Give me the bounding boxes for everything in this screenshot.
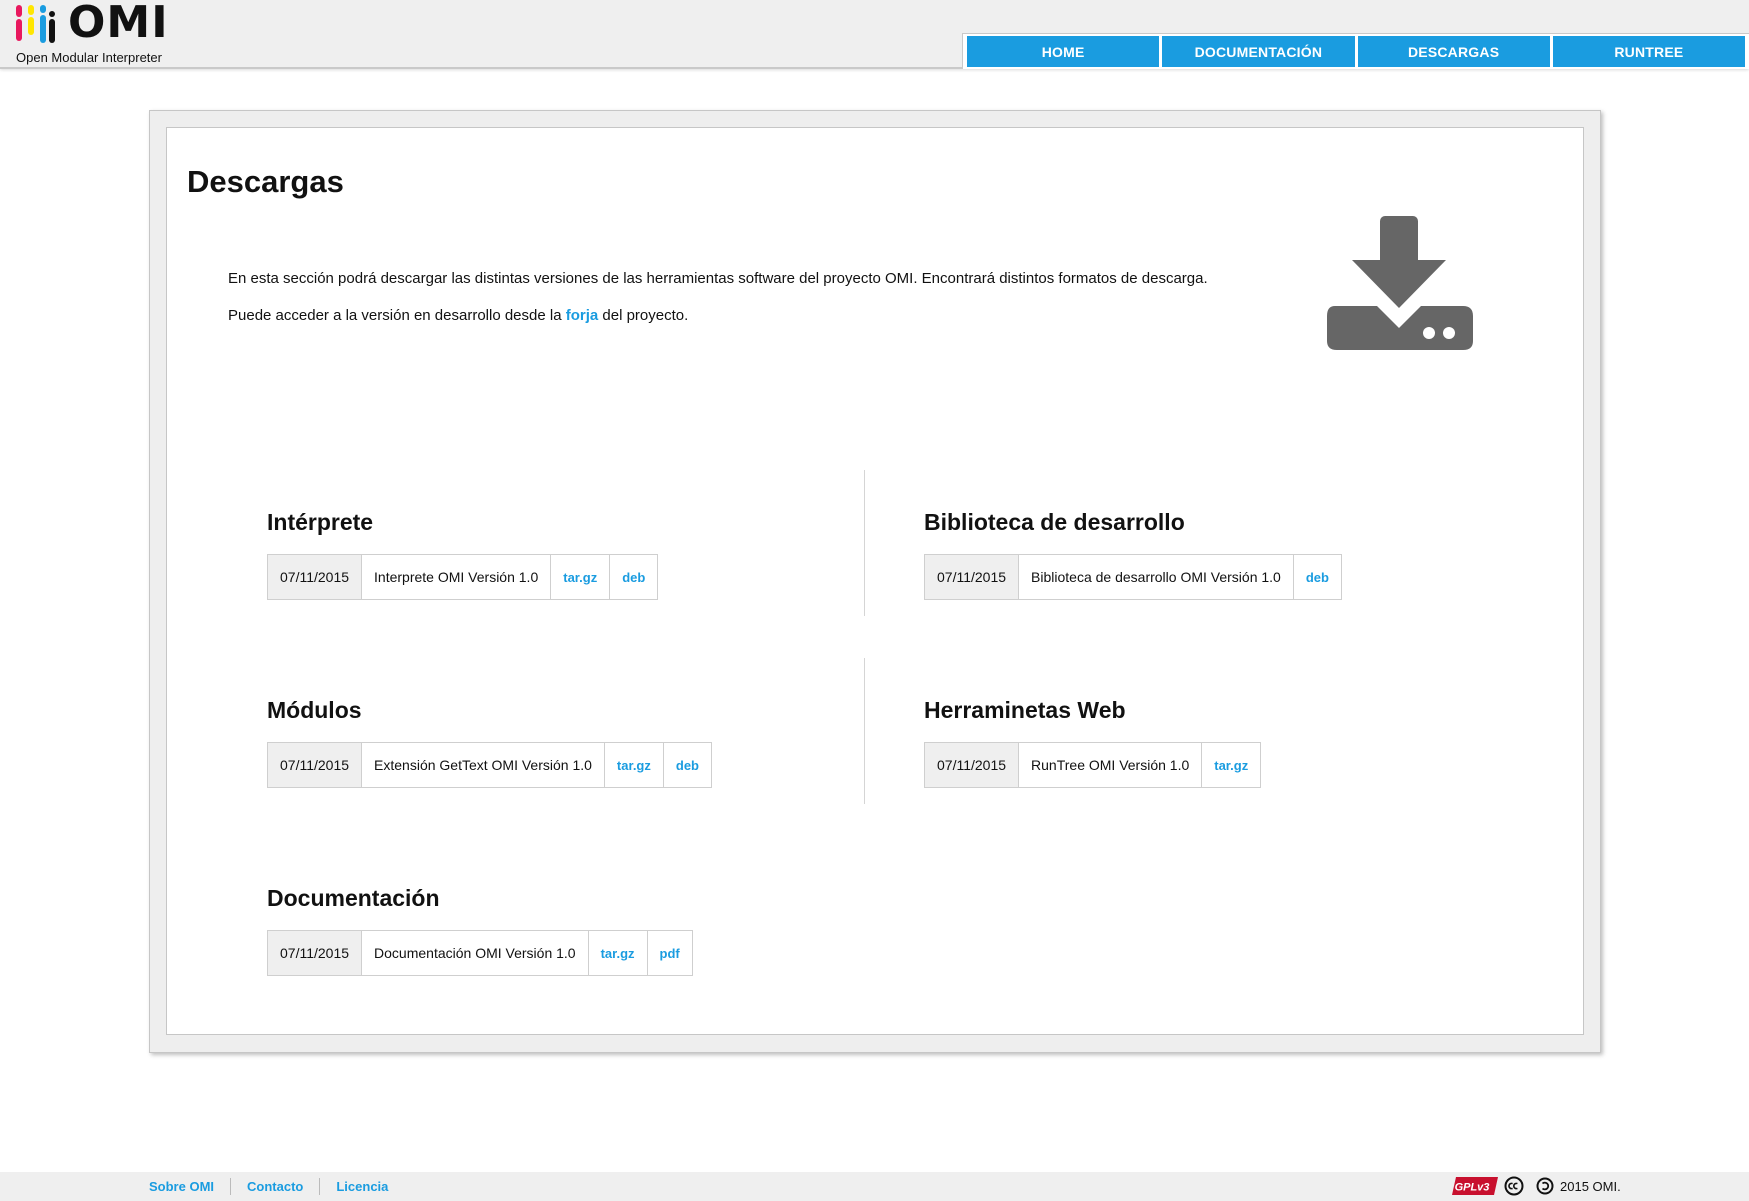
release-date: 07/11/2015 [925, 555, 1019, 599]
gpl-badge-icon[interactable]: GPLv3 [1452, 1176, 1498, 1196]
download-pdf-link[interactable]: pdf [646, 931, 692, 975]
release-name: Documentación OMI Versión 1.0 [361, 931, 588, 975]
section-herramientas-web: Herraminetas Web 07/11/2015 RunTree OMI … [924, 692, 1262, 788]
content-panel: Descargas En esta sección podrá descarga… [166, 127, 1584, 1035]
nav-descargas[interactable]: DESCARGAS [1357, 36, 1550, 67]
section-documentacion: Documentación 07/11/2015 Documentación O… [267, 880, 693, 976]
omi-logo-bars-icon [16, 5, 55, 43]
creative-commons-icon [1504, 1176, 1524, 1196]
download-row: 07/11/2015 Extensión GetText OMI Versión… [267, 742, 713, 788]
footer-link-contacto[interactable]: Contacto [230, 1178, 319, 1195]
footer-link-licencia[interactable]: Licencia [319, 1178, 404, 1195]
footer-links: Sobre OMI Contacto Licencia [149, 1178, 404, 1195]
intro-forge-paragraph: Puede acceder a la versión en desarrollo… [228, 307, 688, 324]
footer-license-area: GPLv3 2015 OMI. [1452, 1176, 1621, 1196]
release-name: Biblioteca de desarrollo OMI Versión 1.0 [1018, 555, 1293, 599]
intro-paragraph: En esta sección podrá descargar las dist… [228, 270, 1208, 287]
section-title: Documentación [267, 885, 440, 911]
gpl-badge-text: GPLv3 [1455, 1182, 1490, 1194]
brand-tagline: Open Modular Interpreter [16, 50, 162, 65]
section-biblioteca: Biblioteca de desarrollo 07/11/2015 Bibl… [924, 504, 1342, 600]
release-name: Extensión GetText OMI Versión 1.0 [361, 743, 604, 787]
intro-text-after: del proyecto. [598, 307, 689, 324]
main-nav: HOME DOCUMENTACIÓN DESCARGAS RUNTREE [962, 33, 1749, 69]
nav-documentacion[interactable]: DOCUMENTACIÓN [1162, 36, 1355, 67]
section-interprete: Intérprete 07/11/2015 Interprete OMI Ver… [267, 504, 659, 600]
section-modulos: Módulos 07/11/2015 Extensión GetText OMI… [267, 692, 713, 788]
column-divider [864, 470, 865, 616]
release-date: 07/11/2015 [925, 743, 1019, 787]
release-date: 07/11/2015 [268, 931, 362, 975]
download-targz-link[interactable]: tar.gz [587, 931, 647, 975]
content-frame: Descargas En esta sección podrá descarga… [149, 110, 1601, 1053]
download-row: 07/11/2015 Interprete OMI Versión 1.0 ta… [267, 554, 659, 600]
download-deb-link[interactable]: deb [662, 743, 711, 787]
nav-runtree[interactable]: RUNTREE [1552, 36, 1745, 67]
download-row: 07/11/2015 RunTree OMI Versión 1.0 tar.g… [924, 742, 1262, 788]
download-drive-icon [1327, 216, 1473, 350]
copyleft-icon [1536, 1177, 1554, 1195]
column-divider [864, 658, 865, 804]
download-targz-link[interactable]: tar.gz [550, 555, 609, 599]
nav-home[interactable]: HOME [967, 36, 1160, 67]
site-header: OMI Open Modular Interpreter HOME DOCUME… [0, 0, 1749, 69]
brand-name: OMI [68, 0, 169, 48]
release-date: 07/11/2015 [268, 743, 362, 787]
release-name: Interprete OMI Versión 1.0 [361, 555, 550, 599]
download-deb-link[interactable]: deb [609, 555, 657, 599]
copyright-text: 2015 OMI. [1560, 1178, 1621, 1194]
site-logo[interactable]: OMI Open Modular Interpreter [16, 1, 168, 67]
forja-link[interactable]: forja [566, 307, 599, 324]
download-row: 07/11/2015 Documentación OMI Versión 1.0… [267, 930, 693, 976]
section-title: Intérprete [267, 509, 374, 535]
site-footer: Sobre OMI Contacto Licencia GPLv3 2015 O… [0, 1172, 1749, 1201]
download-targz-link[interactable]: tar.gz [603, 743, 663, 787]
release-date: 07/11/2015 [268, 555, 362, 599]
intro-text-before: Puede acceder a la versión en desarrollo… [228, 307, 566, 324]
release-name: RunTree OMI Versión 1.0 [1018, 743, 1201, 787]
section-title: Biblioteca de desarrollo [924, 509, 1185, 535]
section-title: Herraminetas Web [924, 697, 1126, 723]
section-title: Módulos [267, 697, 362, 723]
download-row: 07/11/2015 Biblioteca de desarrollo OMI … [924, 554, 1342, 600]
footer-link-sobre-omi[interactable]: Sobre OMI [149, 1178, 230, 1195]
download-targz-link[interactable]: tar.gz [1201, 743, 1260, 787]
page-title: Descargas [187, 164, 344, 199]
download-deb-link[interactable]: deb [1292, 555, 1341, 599]
